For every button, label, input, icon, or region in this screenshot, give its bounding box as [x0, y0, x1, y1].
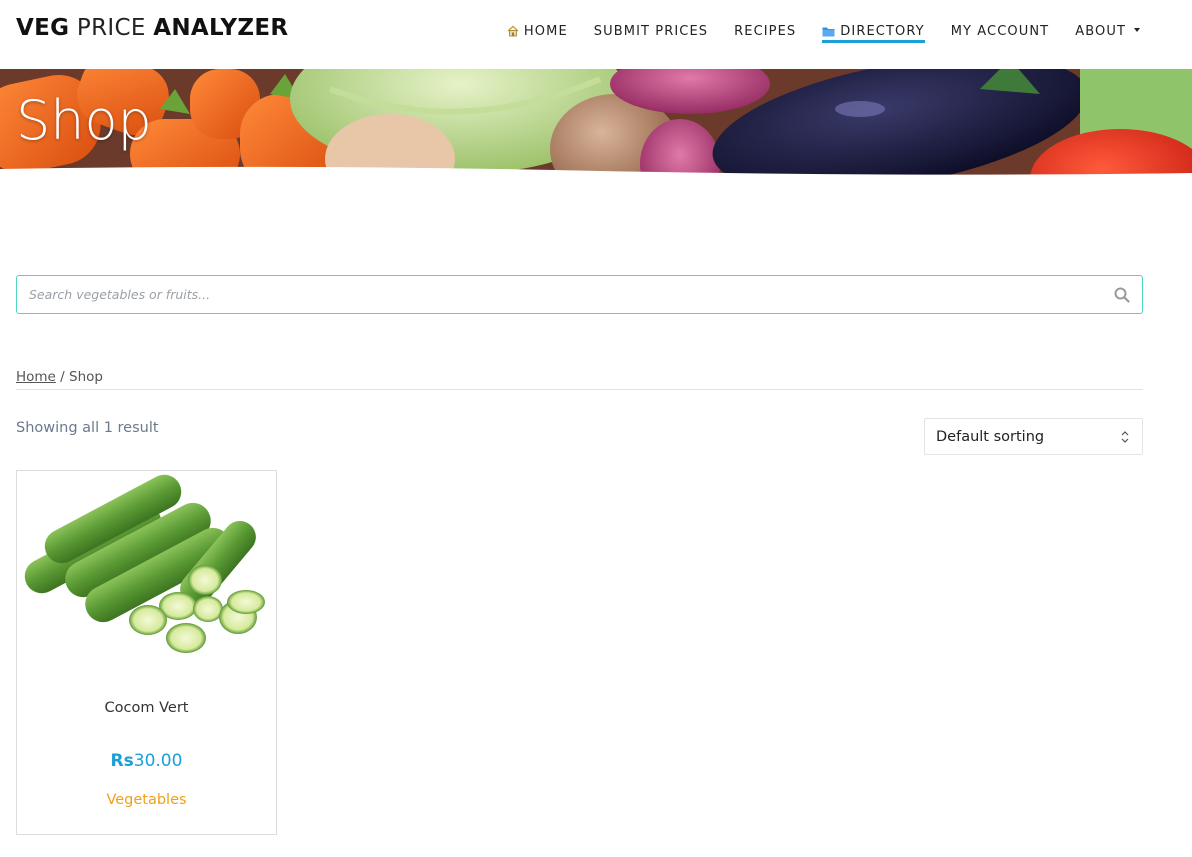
product-category-link[interactable]: Vegetables	[17, 792, 276, 808]
price-currency: Rs	[110, 751, 134, 771]
price-amount: 30.00	[133, 751, 183, 771]
nav-label-home: HOME	[523, 23, 568, 39]
nav-label-about: ABOUT	[1075, 23, 1126, 39]
site-header: VEG PRICE ANALYZER HOME SUBMIT PRICES RE…	[0, 0, 1192, 69]
breadcrumb-separator: /	[55, 369, 70, 385]
logo-word-price: PRICE	[76, 15, 146, 41]
product-card[interactable]: Cocom Vert Rs30.00 Vegetables	[16, 470, 277, 835]
product-image-cucumbers[interactable]	[18, 472, 276, 660]
folder-icon	[822, 27, 835, 36]
main-nav: HOME SUBMIT PRICES RECIPES DIRECTORY MY …	[507, 20, 1140, 43]
product-name[interactable]: Cocom Vert	[17, 700, 276, 716]
result-count: Showing all 1 result	[16, 420, 159, 436]
sort-chevron-icon	[1121, 431, 1129, 443]
nav-item-home[interactable]: HOME	[507, 20, 568, 42]
logo-word-analyzer: ANALYZER	[153, 15, 289, 41]
nav-item-recipes[interactable]: RECIPES	[734, 20, 796, 42]
nav-label-directory: DIRECTORY	[840, 23, 925, 39]
page-banner: Shop	[0, 69, 1192, 181]
logo-word-veg: VEG	[16, 15, 70, 41]
nav-item-about[interactable]: ABOUT	[1075, 20, 1140, 42]
search-input[interactable]	[29, 276, 1099, 313]
sort-selected-label: Default sorting	[936, 429, 1045, 445]
breadcrumb-current: Shop	[69, 369, 103, 385]
search-icon[interactable]	[1114, 287, 1130, 303]
product-search	[16, 275, 1143, 314]
nav-item-my-account[interactable]: MY ACCOUNT	[951, 20, 1050, 42]
nav-label-recipes: RECIPES	[734, 23, 797, 39]
product-price: Rs30.00	[17, 751, 276, 771]
nav-item-submit-prices[interactable]: SUBMIT PRICES	[594, 20, 708, 42]
nav-label-submit-prices: SUBMIT PRICES	[593, 23, 709, 39]
home-icon	[507, 25, 519, 37]
sort-select[interactable]: Default sorting	[924, 418, 1143, 455]
nav-item-directory[interactable]: DIRECTORY	[822, 20, 926, 43]
vegetables-banner-image	[0, 69, 1192, 181]
nav-label-my-account: MY ACCOUNT	[950, 23, 1050, 39]
page-title: Shop	[16, 89, 152, 152]
breadcrumb: Home / Shop	[16, 369, 1143, 390]
chevron-down-icon	[1134, 27, 1140, 32]
site-logo[interactable]: VEG PRICE ANALYZER	[16, 15, 288, 41]
breadcrumb-home-link[interactable]: Home	[16, 369, 56, 385]
